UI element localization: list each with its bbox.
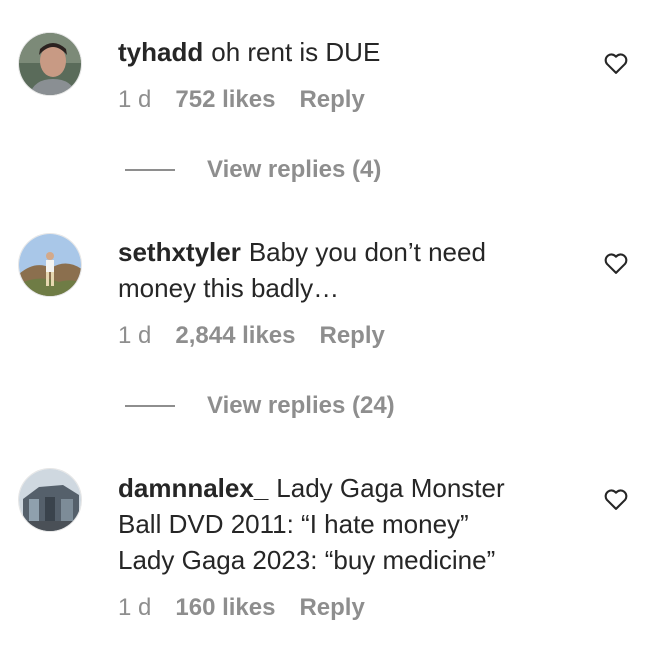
comment-text: sethxtyler Baby you don’t need money this… xyxy=(118,234,558,306)
comment-body-line: Ball DVD 2011: “I hate money” xyxy=(118,509,469,539)
avatar[interactable] xyxy=(18,468,82,532)
avatar-photo-icon xyxy=(19,234,81,296)
like-heart-icon[interactable] xyxy=(602,249,630,277)
comment-likes[interactable]: 2,844 likes xyxy=(175,322,295,350)
avatar[interactable] xyxy=(18,32,82,96)
divider-line xyxy=(125,169,175,171)
view-replies-button[interactable]: View replies (24) xyxy=(125,392,395,420)
comment-time: 1 d xyxy=(118,594,152,621)
comment-meta: 1 d 160 likes Reply xyxy=(118,594,365,622)
comment-body: oh rent is DUE xyxy=(211,37,381,67)
comment-username[interactable]: sethxtyler xyxy=(118,237,241,267)
view-replies-label: View replies (4) xyxy=(207,156,382,183)
comment-text: tyhadd oh rent is DUE xyxy=(118,34,558,70)
avatar-photo-icon xyxy=(19,33,81,95)
reply-button[interactable]: Reply xyxy=(299,86,364,114)
avatar-photo-icon xyxy=(19,469,81,531)
reply-button[interactable]: Reply xyxy=(319,322,384,350)
comment-meta: 1 d 2,844 likes Reply xyxy=(118,322,385,350)
comment-likes[interactable]: 752 likes xyxy=(175,86,275,114)
comment-time: 1 d xyxy=(118,322,152,349)
view-replies-label: View replies (24) xyxy=(207,392,395,419)
divider-line xyxy=(125,405,175,407)
view-replies-button[interactable]: View replies (4) xyxy=(125,156,381,184)
avatar[interactable] xyxy=(18,233,82,297)
comment-username[interactable]: damnnalex_ xyxy=(118,473,268,503)
reply-button[interactable]: Reply xyxy=(299,594,364,622)
like-heart-icon[interactable] xyxy=(602,485,630,513)
comment-likes[interactable]: 160 likes xyxy=(175,594,275,622)
like-heart-icon[interactable] xyxy=(602,49,630,77)
comment-body-line: Lady Gaga Monster xyxy=(276,473,505,503)
comment-meta: 1 d 752 likes Reply xyxy=(118,86,365,114)
comment-time: 1 d xyxy=(118,86,152,113)
comment-body-line: Lady Gaga 2023: “buy medicine” xyxy=(118,545,496,575)
comment-username[interactable]: tyhadd xyxy=(118,37,203,67)
comment-text: damnnalex_ Lady Gaga Monster Ball DVD 201… xyxy=(118,470,578,578)
